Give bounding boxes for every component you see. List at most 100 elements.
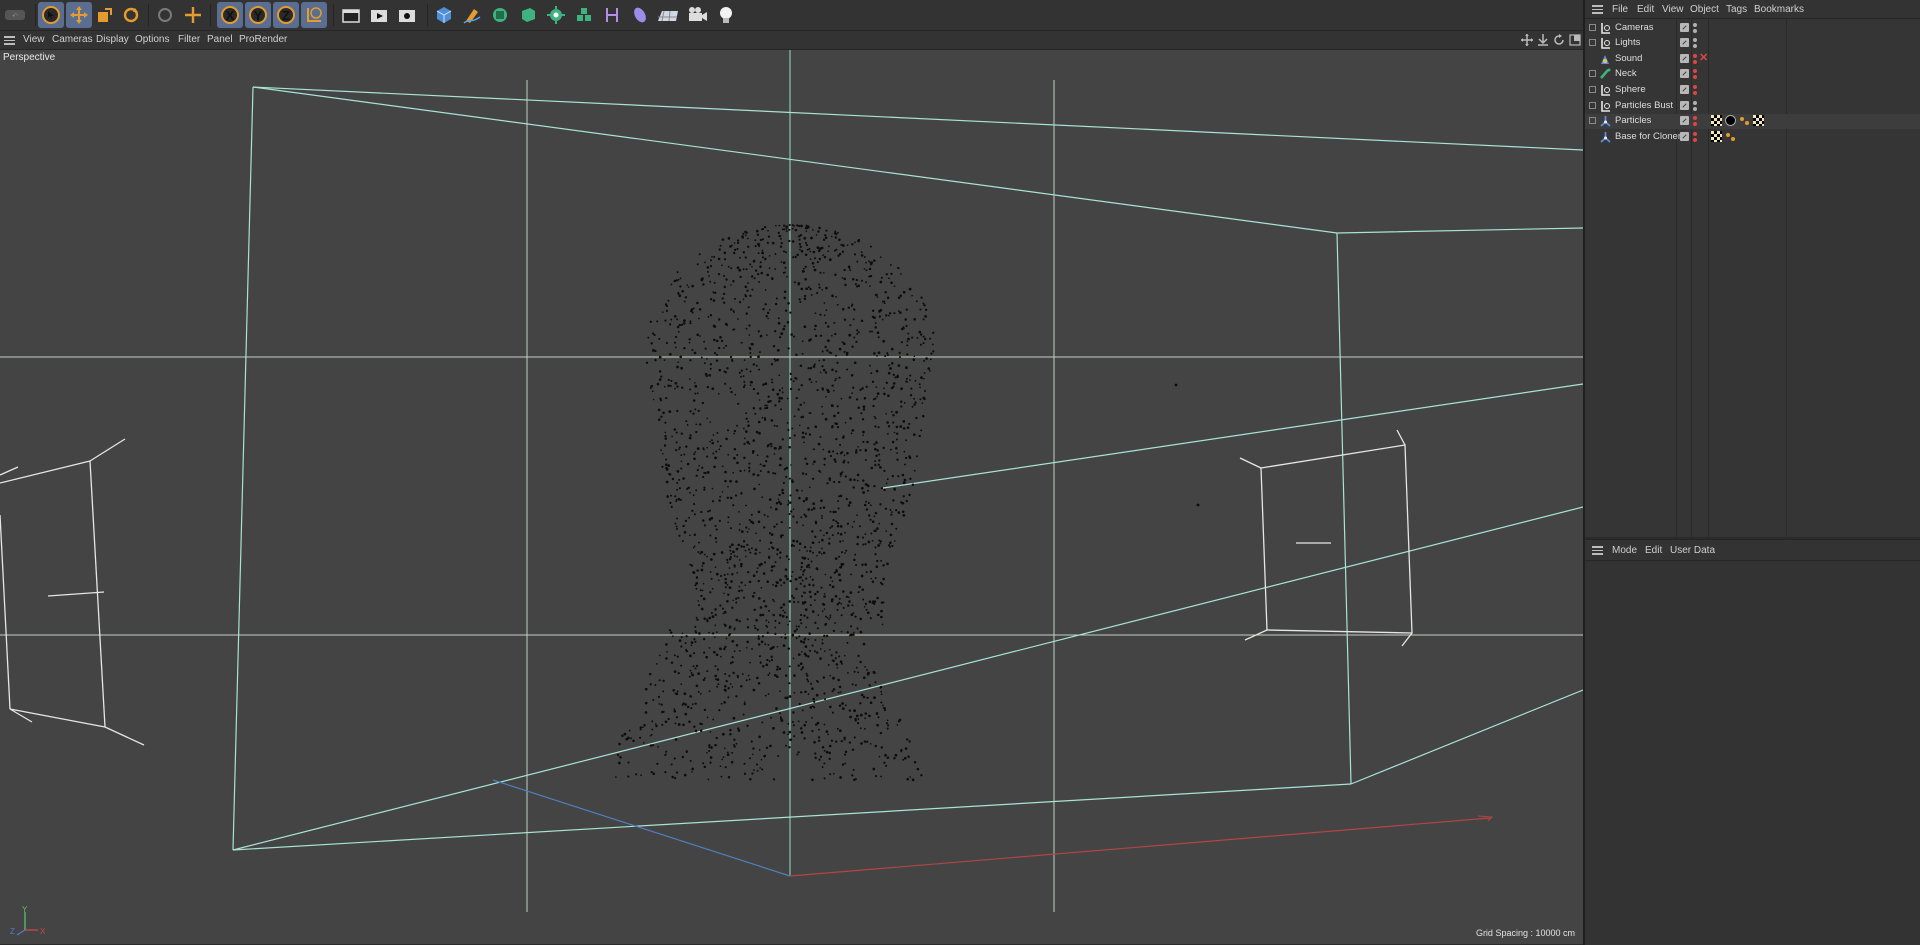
menu-file[interactable]: File (1612, 4, 1628, 15)
undo-icon[interactable]: ↶ (2, 2, 28, 28)
scale-icon[interactable] (92, 2, 118, 28)
visibility-dot-editor[interactable] (1693, 85, 1697, 89)
object-row-particles[interactable]: Particles (1585, 114, 1920, 129)
object-row-cameras[interactable]: Cameras (1585, 21, 1920, 36)
expand-icon[interactable] (1589, 24, 1596, 31)
menu-filter[interactable]: Filter (178, 34, 200, 45)
menu-panel[interactable]: Panel (207, 34, 233, 45)
visibility-dot-render[interactable] (1693, 122, 1697, 126)
particle-tag-icon[interactable] (1739, 115, 1750, 126)
maximize-view-icon[interactable] (1569, 34, 1581, 46)
menu-edit[interactable]: Edit (1637, 4, 1654, 15)
expand-icon[interactable] (1589, 86, 1596, 93)
visibility-dot-render[interactable] (1693, 60, 1697, 64)
disabled-x-icon[interactable]: ✕ (1699, 51, 1708, 64)
select-icon[interactable] (38, 2, 64, 28)
pen-icon[interactable] (459, 2, 485, 28)
visibility-dot-render[interactable] (1693, 75, 1697, 79)
visibility-dot-editor[interactable] (1693, 116, 1697, 120)
z-axis-icon[interactable]: Z (273, 2, 299, 28)
visibility-dot-editor[interactable] (1693, 132, 1697, 136)
visibility-dot-render[interactable] (1693, 29, 1697, 33)
object-manager-menu-icon[interactable] (1592, 5, 1603, 14)
render-view-icon[interactable] (366, 2, 392, 28)
visibility-dot-render[interactable] (1693, 44, 1697, 48)
render-settings-icon[interactable] (394, 2, 420, 28)
perspective-viewport[interactable]: Perspective Y X Z Grid Spacing : 10000 c… (0, 50, 1583, 944)
visibility-dot-editor[interactable] (1693, 101, 1697, 105)
edit-checkbox[interactable] (1680, 116, 1689, 125)
visibility-dot-render[interactable] (1693, 138, 1697, 142)
add-icon[interactable] (180, 2, 206, 28)
edit-checkbox[interactable] (1680, 85, 1689, 94)
extrude-icon[interactable] (515, 2, 541, 28)
edit-checkbox[interactable] (1680, 23, 1689, 32)
menu-cameras[interactable]: Cameras (52, 34, 93, 45)
deformer-icon[interactable] (599, 2, 625, 28)
edit-checkbox[interactable] (1680, 132, 1689, 141)
particle-tag-icon[interactable] (1725, 131, 1736, 142)
visibility-dot-editor[interactable] (1693, 69, 1697, 73)
field-icon[interactable] (627, 2, 653, 28)
visibility-dot-editor[interactable] (1693, 23, 1697, 27)
camera-icon[interactable] (685, 2, 711, 28)
pan-view-icon[interactable] (1521, 34, 1533, 46)
edit-checkbox[interactable] (1680, 38, 1689, 47)
edit-checkbox[interactable] (1680, 101, 1689, 110)
menu-bookmarks[interactable]: Bookmarks (1754, 4, 1804, 15)
y-axis-icon[interactable]: Y (245, 2, 271, 28)
cloner-icon[interactable] (571, 2, 597, 28)
viewport-scene[interactable] (0, 50, 1583, 944)
expand-icon[interactable] (1589, 39, 1596, 46)
object-row-particles-bust[interactable]: Particles Bust (1585, 99, 1920, 114)
texture-tag-icon[interactable] (1711, 115, 1722, 126)
edit-checkbox[interactable] (1680, 69, 1689, 78)
attribute-manager-menu-icon[interactable] (1592, 546, 1603, 555)
particle-dot (856, 627, 859, 630)
particle-dot (909, 374, 912, 377)
menu-tags[interactable]: Tags (1726, 4, 1747, 15)
expand-icon[interactable] (1589, 70, 1596, 77)
floor-icon[interactable] (655, 2, 681, 28)
menu-view[interactable]: View (23, 34, 45, 45)
expand-icon[interactable] (1589, 117, 1596, 124)
menu-display[interactable]: Display (96, 34, 129, 45)
object-row-neck[interactable]: Neck (1585, 67, 1920, 82)
material-tag-icon[interactable] (1725, 115, 1736, 126)
visibility-dot-editor[interactable] (1693, 38, 1697, 42)
texture-tag-icon[interactable] (1753, 115, 1764, 126)
object-row-lights[interactable]: Lights (1585, 36, 1920, 51)
x-axis-icon[interactable]: X (217, 2, 243, 28)
zoom-view-icon[interactable] (1537, 34, 1549, 46)
light-icon[interactable] (713, 2, 739, 28)
menu-mode[interactable]: Mode (1612, 545, 1637, 556)
viewport-menu-icon[interactable] (4, 36, 15, 45)
rotate-icon[interactable] (118, 2, 144, 28)
subdivision-icon[interactable] (487, 2, 513, 28)
object-row-sphere[interactable]: Sphere (1585, 83, 1920, 98)
object-list[interactable]: Cameras Lights Sound ✕ Neck Sphere Parti… (1585, 19, 1920, 537)
recent-tool-icon[interactable] (152, 2, 178, 28)
render-region-icon[interactable] (338, 2, 364, 28)
object-row-sound[interactable]: Sound ✕ (1585, 52, 1920, 67)
visibility-dot-editor[interactable] (1693, 54, 1697, 58)
visibility-dot-render[interactable] (1693, 91, 1697, 95)
world-coordinates-icon[interactable] (301, 2, 327, 28)
mograph-icon[interactable] (543, 2, 569, 28)
menu-edit-attributes[interactable]: Edit (1645, 545, 1662, 556)
visibility-dot-render[interactable] (1693, 107, 1697, 111)
menu-user-data[interactable]: User Data (1670, 545, 1715, 556)
menu-view-objects[interactable]: View (1662, 4, 1684, 15)
cube-icon[interactable] (431, 2, 457, 28)
menu-prorender[interactable]: ProRender (239, 34, 287, 45)
rotate-view-icon[interactable] (1553, 34, 1565, 46)
expand-icon[interactable] (1589, 102, 1596, 109)
menu-object[interactable]: Object (1690, 4, 1719, 15)
object-row-base-for-cloner[interactable]: Base for Cloner (1585, 130, 1920, 145)
edit-checkbox[interactable] (1680, 54, 1689, 63)
particle-dot (874, 553, 877, 556)
move-icon[interactable] (66, 2, 92, 28)
menu-options[interactable]: Options (135, 34, 169, 45)
texture-tag-icon[interactable] (1711, 131, 1722, 142)
particle-dot (723, 251, 727, 255)
